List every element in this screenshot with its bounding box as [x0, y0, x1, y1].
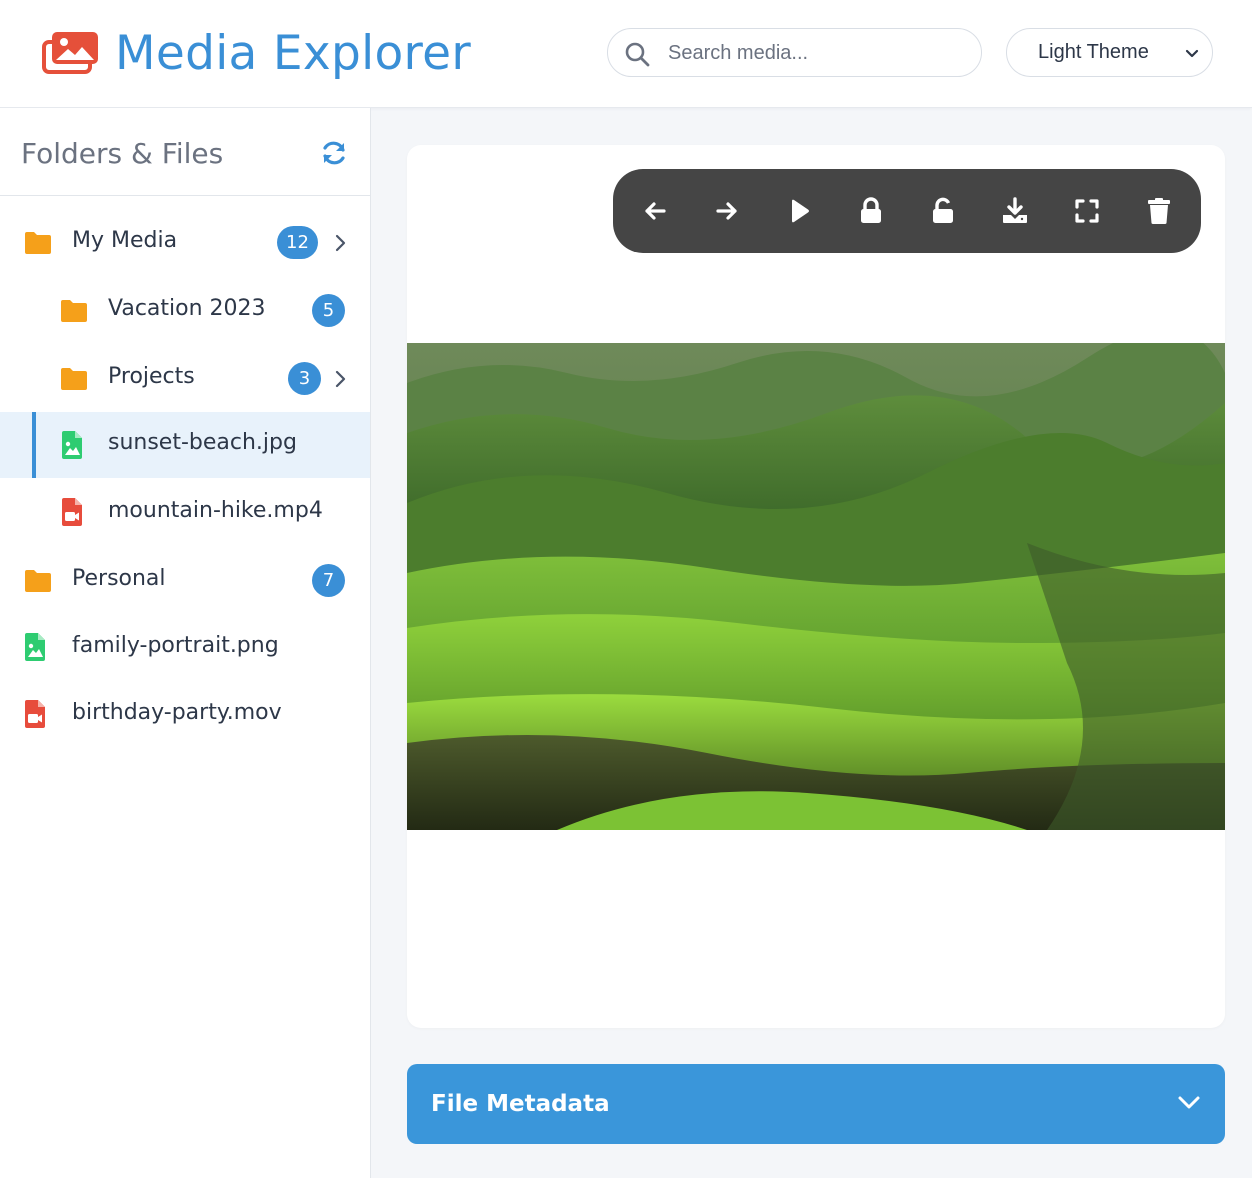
count-badge: 7 [312, 564, 345, 597]
file-metadata-toggle[interactable]: File Metadata [407, 1064, 1225, 1144]
unlock-button[interactable] [927, 195, 959, 227]
tree-item-label: sunset-beach.jpg [108, 430, 297, 455]
tree-folder-projects[interactable]: Projects 3 [0, 346, 370, 412]
tree-item-label: birthday-party.mov [72, 700, 282, 725]
next-button[interactable] [711, 195, 743, 227]
folder-icon [59, 366, 89, 397]
tree-item-label: Vacation 2023 [108, 296, 266, 321]
tree-folder-personal[interactable]: Personal 7 [0, 548, 370, 614]
app-header: Media Explorer Light Theme [0, 0, 1252, 108]
media-preview-image [407, 343, 1225, 830]
arrow-right-icon [716, 202, 737, 220]
folder-icon [59, 298, 89, 329]
media-viewer [407, 145, 1225, 1028]
unlock-icon [933, 197, 953, 223]
viewer-toolbar [613, 169, 1201, 253]
tree-item-label: My Media [72, 228, 178, 253]
fullscreen-icon [1075, 199, 1099, 223]
previous-button[interactable] [639, 195, 671, 227]
lock-icon [861, 197, 881, 223]
tree-item-label: family-portrait.png [72, 633, 279, 658]
folder-icon [23, 568, 53, 599]
tree-item-label: mountain-hike.mp4 [108, 498, 323, 523]
tree-file-birthday-party[interactable]: birthday-party.mov [0, 682, 370, 748]
tree-file-family-portrait[interactable]: family-portrait.png [0, 615, 370, 681]
tree-item-label: Projects [108, 364, 195, 389]
count-badge: 12 [277, 226, 318, 259]
search-input[interactable] [668, 37, 968, 69]
lock-button[interactable] [855, 195, 887, 227]
play-button[interactable] [783, 195, 815, 227]
app-title: Media Explorer [115, 26, 471, 81]
chevron-down-icon [1177, 1094, 1201, 1115]
theme-select[interactable]: Light Theme [1006, 28, 1213, 77]
sidebar: Folders & Files My Media 12 Vacation 202… [0, 108, 371, 1178]
folder-icon [23, 230, 53, 261]
count-badge: 5 [312, 294, 345, 327]
tree-folder-vacation-2023[interactable]: Vacation 2023 5 [0, 278, 370, 344]
tree-item-label: Personal [72, 566, 166, 591]
search-box[interactable] [607, 28, 982, 77]
refresh-icon[interactable] [320, 139, 348, 167]
video-file-icon [23, 699, 47, 734]
arrow-left-icon [645, 202, 666, 220]
video-file-icon [60, 497, 84, 532]
chevron-right-icon[interactable] [333, 370, 349, 393]
tree-file-mountain-hike[interactable]: mountain-hike.mp4 [0, 480, 370, 546]
image-file-icon [60, 430, 84, 465]
download-icon [1003, 197, 1027, 223]
delete-button[interactable] [1143, 195, 1175, 227]
sidebar-title: Folders & Files [21, 137, 224, 170]
theme-select-value: Light Theme [1038, 41, 1149, 63]
chevron-down-icon [1185, 49, 1199, 58]
chevron-right-icon[interactable] [333, 234, 349, 257]
count-badge: 3 [288, 362, 321, 395]
tree-file-sunset-beach[interactable]: sunset-beach.jpg [0, 412, 370, 478]
file-metadata-title: File Metadata [431, 1091, 610, 1117]
image-file-icon [23, 632, 47, 667]
trash-icon [1148, 198, 1170, 224]
images-logo-icon [42, 30, 100, 74]
sidebar-header: Folders & Files [0, 108, 370, 196]
play-icon [792, 199, 809, 223]
download-button[interactable] [999, 195, 1031, 227]
search-icon [625, 42, 650, 67]
tree-folder-my-media[interactable]: My Media 12 [0, 210, 370, 276]
fullscreen-button[interactable] [1071, 195, 1103, 227]
